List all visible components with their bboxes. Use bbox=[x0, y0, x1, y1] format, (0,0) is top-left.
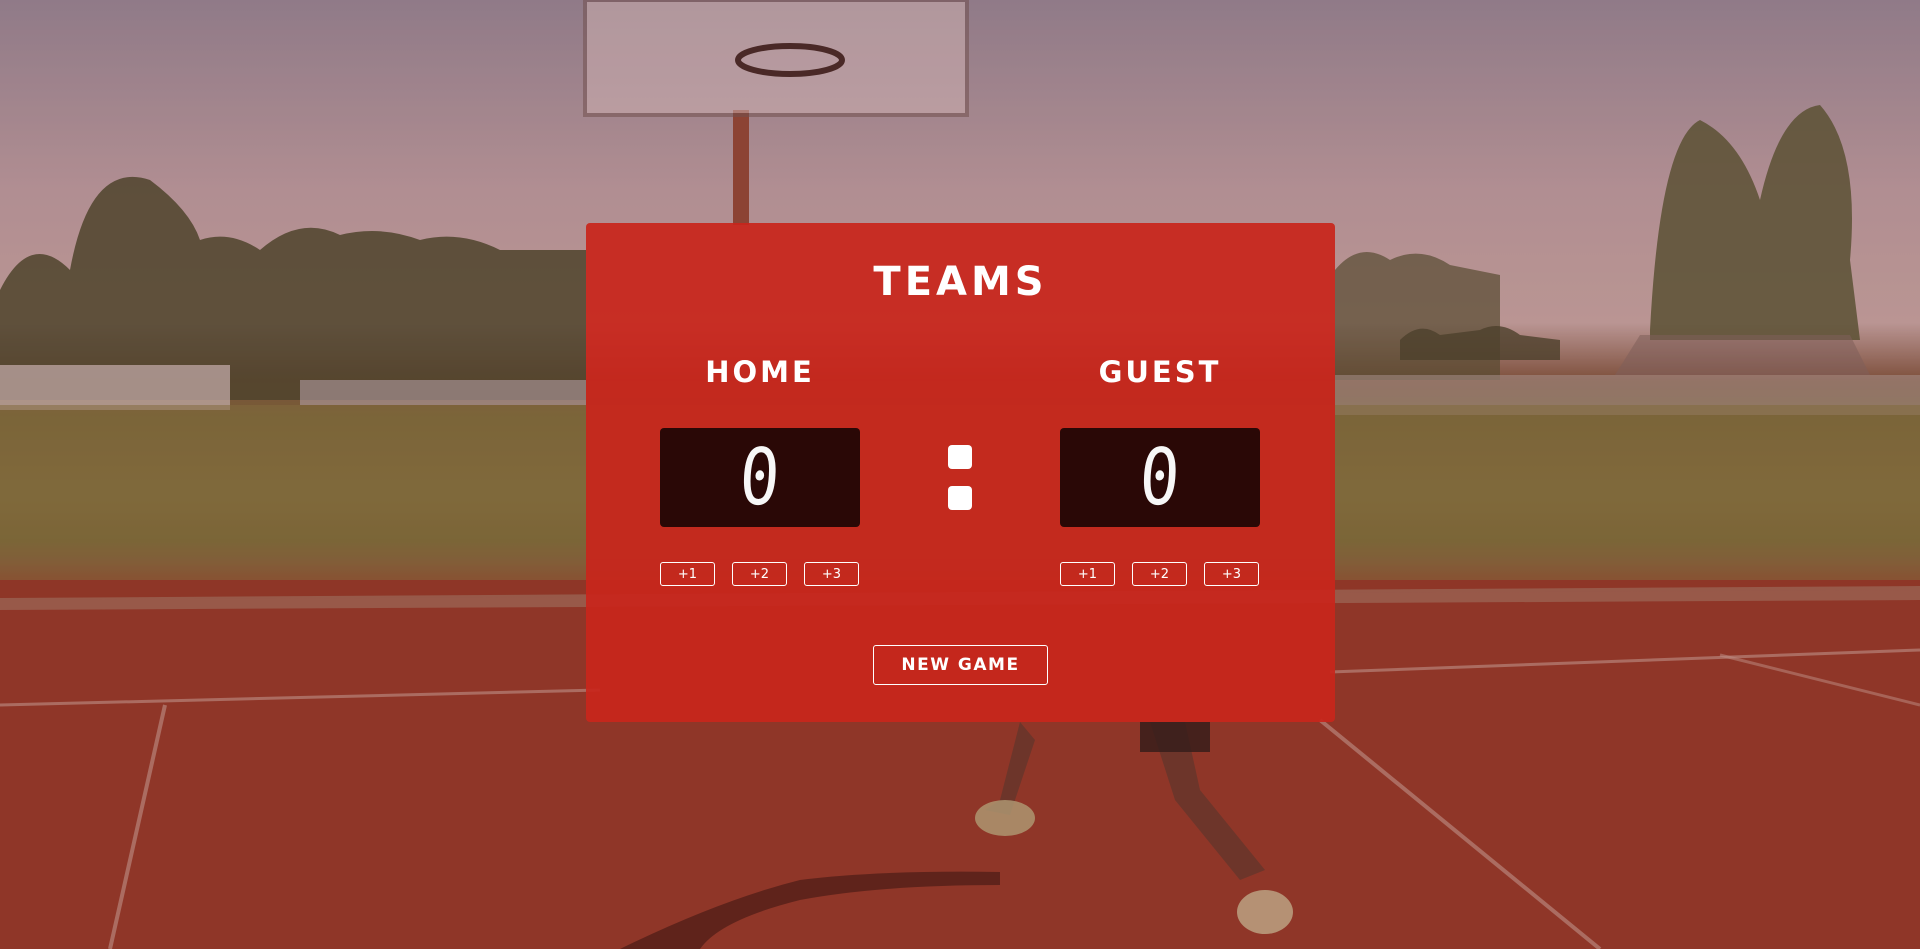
home-add-1-button[interactable]: +1 bbox=[660, 562, 715, 586]
guest-point-buttons: +1 +2 +3 bbox=[1060, 562, 1260, 588]
guest-add-2-button[interactable]: +2 bbox=[1132, 562, 1187, 586]
new-game-button[interactable]: NEW GAME bbox=[873, 645, 1048, 685]
home-score-value: 0 bbox=[736, 432, 784, 523]
guest-team-name: GUEST bbox=[1098, 355, 1222, 389]
home-point-buttons: +1 +2 +3 bbox=[660, 562, 860, 588]
guest-add-3-button[interactable]: +3 bbox=[1204, 562, 1259, 586]
colon-dot-top bbox=[948, 445, 972, 469]
score-separator-colon bbox=[948, 445, 972, 510]
guest-score-display: 0 bbox=[1060, 428, 1260, 527]
scoreboard-card: TEAMS HOME 0 +1 +2 +3 GUEST 0 +1 +2 +3 N… bbox=[586, 223, 1335, 722]
colon-dot-bottom bbox=[948, 486, 972, 510]
guest-add-1-button[interactable]: +1 bbox=[1060, 562, 1115, 586]
guest-score-value: 0 bbox=[1136, 432, 1184, 523]
scoreboard-title: TEAMS bbox=[873, 259, 1048, 305]
home-add-3-button[interactable]: +3 bbox=[804, 562, 859, 586]
home-score-display: 0 bbox=[660, 428, 860, 527]
home-add-2-button[interactable]: +2 bbox=[732, 562, 787, 586]
home-team-name: HOME bbox=[705, 355, 815, 389]
